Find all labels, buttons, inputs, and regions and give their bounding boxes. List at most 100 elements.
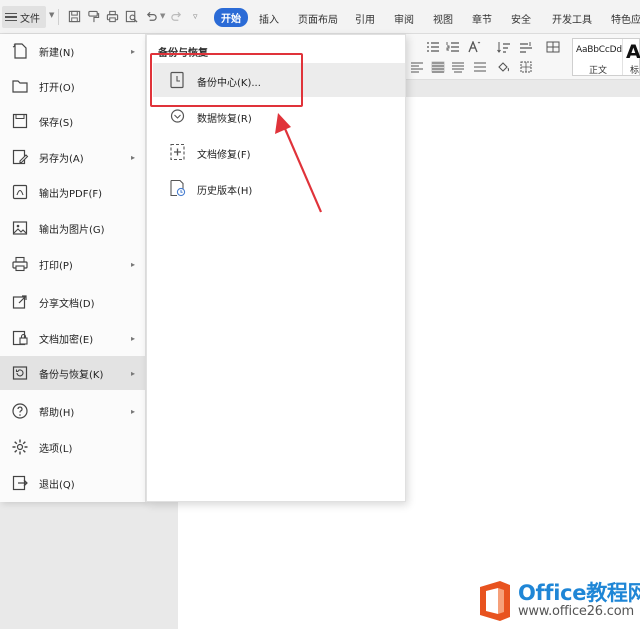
menu-item-exit[interactable]: 退出(Q) [0,466,146,500]
gear-icon [11,438,29,456]
menu-item-label: 备份与恢复(K) [39,369,104,381]
style-normal-name: 正文 [589,66,608,76]
menu-item-options[interactable]: 选项(L) [0,430,146,464]
watermark: Office教程网 www.office26.com [476,575,640,629]
menu-item-label: 选项(L) [39,443,73,455]
folder-open-icon [11,77,29,95]
undo-dropdown-icon[interactable]: ▼ [160,12,165,20]
data-recovery-icon [169,107,186,125]
menu-item-label: 退出(Q) [39,479,75,491]
menu-item-backup-restore[interactable]: 备份与恢复(K) ▸ [0,356,146,390]
tab-chapter[interactable]: 章节 [472,11,492,26]
watermark-title: Office教程网 [518,581,640,605]
fill-color-icon[interactable] [497,61,511,73]
save-as-icon [11,148,29,166]
pdf-export-icon [11,183,29,201]
tab-review[interactable]: 审阅 [394,11,414,26]
backup-restore-icon [11,364,29,382]
document-repair-icon [169,143,186,161]
menu-item-label: 帮助(H) [39,407,75,419]
align-left-icon[interactable] [410,61,424,73]
watermark-url: www.office26.com [518,604,634,619]
exit-icon [11,474,29,492]
menu-item-label: 保存(S) [39,117,74,129]
submenu-item-label: 数据恢复(R) [197,114,252,125]
menu-item-print[interactable]: 打印(P) ▸ [0,247,146,281]
file-menu-label: 文件 [20,13,40,25]
align-justify-icon[interactable] [431,61,445,73]
style-heading-name: 标 [630,66,640,76]
save-icon[interactable] [68,10,81,23]
chevron-right-icon: ▸ [131,333,136,343]
tab-developer[interactable]: 开发工具 [552,11,592,26]
redo-icon[interactable] [170,10,183,23]
print-icon [11,255,29,273]
text-effect-icon[interactable] [467,41,481,53]
menu-item-share[interactable]: 分享文档(D) [0,285,146,319]
bullets-icon[interactable] [426,41,440,53]
history-version-icon [169,179,186,197]
undo-icon[interactable] [145,10,158,23]
tab-features[interactable]: 特色应 [611,11,640,26]
menu-item-export-image[interactable]: 输出为图片(G) [0,211,146,245]
lock-icon [11,329,29,347]
toolbar-divider [58,9,59,25]
tab-view[interactable]: 视图 [433,11,453,26]
format-painter-icon[interactable] [87,10,100,23]
menu-item-label: 分享文档(D) [39,298,95,310]
tab-home[interactable]: 开始 [214,8,248,27]
chevron-right-icon: ▸ [131,368,136,378]
annotation-highlight-box [150,53,303,107]
chevron-right-icon: ▸ [131,46,136,56]
chevron-right-icon: ▸ [131,406,136,416]
menu-item-encrypt[interactable]: 文档加密(E) ▸ [0,321,146,355]
annotation-arrow-icon [275,113,323,213]
new-document-icon [11,42,29,60]
menu-item-open[interactable]: 打开(O) [0,69,146,103]
tab-page-layout[interactable]: 页面布局 [298,11,338,26]
menu-item-save[interactable]: 保存(S) [0,104,146,138]
distribute-icon[interactable] [451,61,465,73]
menu-item-label: 新建(N) [39,47,75,59]
tab-security[interactable]: 安全 [511,11,531,26]
tab-insert[interactable]: 插入 [259,11,279,26]
table-grid-icon[interactable] [546,41,560,53]
hamburger-icon [5,12,17,22]
file-dropdown-caret-icon[interactable]: ▼ [49,11,54,19]
top-toolbar: 文件 ▼ ▼ ▿ 开始 插入 页面布局 引用 审阅 视图 章节 安全 开发工具 … [0,0,640,34]
paragraph-spacing-icon[interactable] [473,61,487,73]
file-menu-panel: 新建(N) ▸ 打开(O) 保存(S) 另存为(A) ▸ 输出为PDF(F) 输… [0,34,146,502]
file-menu-button[interactable]: 文件 [2,6,46,28]
share-icon [11,293,29,311]
line-spacing-icon[interactable] [519,41,533,53]
menu-item-new[interactable]: 新建(N) ▸ [0,34,146,68]
submenu-item-label: 文档修复(F) [197,150,251,161]
menu-item-label: 打印(P) [39,260,73,272]
submenu-item-label: 历史版本(H) [197,186,253,197]
office-logo-icon [480,581,510,621]
chevron-right-icon: ▸ [131,259,136,269]
tab-references[interactable]: 引用 [355,11,375,26]
numbering-icon[interactable] [446,41,460,53]
menu-item-label: 文档加密(E) [39,334,94,346]
menu-item-help[interactable]: 帮助(H) ▸ [0,394,146,428]
menu-item-label: 输出为图片(G) [39,224,105,236]
sort-icon[interactable] [497,41,511,53]
style-gallery: AaBbCcDd 正文 Aa 标 [572,38,640,76]
save-icon [11,112,29,130]
menu-item-save-as[interactable]: 另存为(A) ▸ [0,140,146,174]
style-normal-sample: AaBbCcDd [576,45,622,55]
menu-item-label: 另存为(A) [39,153,84,165]
chevron-right-icon: ▸ [131,152,136,162]
image-export-icon [11,219,29,237]
style-normal[interactable]: AaBbCcDd 正文 [573,39,623,76]
menu-item-export-pdf[interactable]: 输出为PDF(F) [0,175,146,209]
style-heading-sample[interactable]: Aa [626,41,640,63]
menu-item-label: 打开(O) [39,82,75,94]
print-icon[interactable] [106,10,119,23]
borders-icon[interactable] [520,61,534,73]
menu-item-label: 输出为PDF(F) [39,188,103,200]
help-icon [11,402,29,420]
print-preview-icon[interactable] [125,10,138,23]
customize-icon[interactable]: ▿ [193,12,198,22]
